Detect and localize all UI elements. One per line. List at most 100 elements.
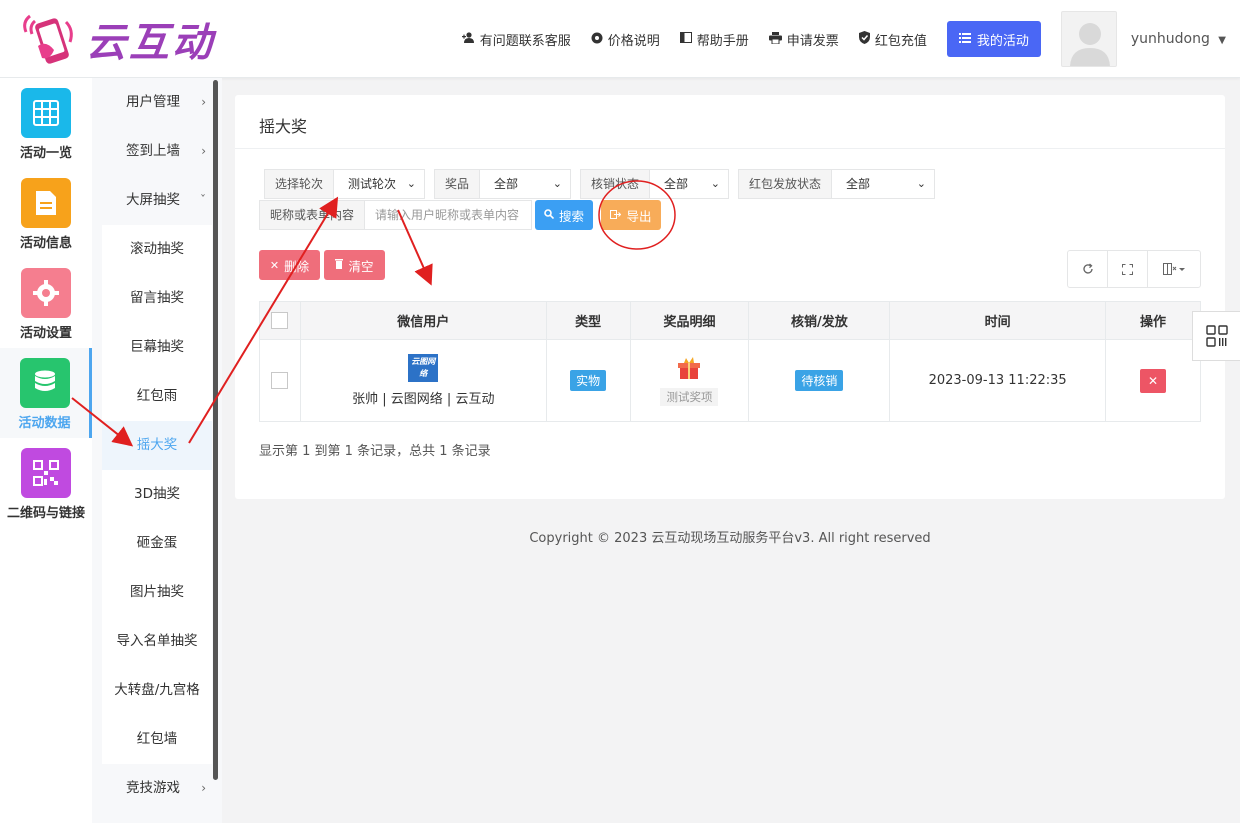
logo[interactable]: 云互动 <box>20 10 215 68</box>
sidebar-label: 二维码与链接 <box>6 506 85 521</box>
grid-icon <box>21 88 71 138</box>
invoice-link[interactable]: 申请发票 <box>768 30 839 49</box>
printer-icon <box>768 31 782 47</box>
sub-item-label: 砸金蛋 <box>136 535 178 551</box>
qrcode-icon <box>21 448 71 498</box>
table-toolbar <box>1067 250 1201 288</box>
divider <box>235 148 1225 149</box>
sub-item-user-management[interactable]: 用户管理 › <box>102 78 212 127</box>
sub-item-giant-screen-lottery[interactable]: 巨幕抽奖 <box>102 323 212 372</box>
sub-item-image-lottery[interactable]: 图片抽奖 <box>102 568 212 617</box>
sidebar-item-activity-data[interactable]: 活动数据 <box>0 348 92 438</box>
sub-item-label: 红包墙 <box>136 731 178 747</box>
search-button[interactable]: 搜索 <box>535 200 593 230</box>
sub-item-label: 巨幕抽奖 <box>130 339 184 355</box>
header-wechat-user[interactable]: 微信用户 <box>299 301 547 340</box>
sub-item-message-lottery[interactable]: 留言抽奖 <box>102 274 212 323</box>
search-icon <box>544 208 555 222</box>
sub-item-scroll-lottery[interactable]: 滚动抽奖 <box>102 225 212 274</box>
sub-item-competitive-games[interactable]: 竞技游戏 › <box>102 764 212 813</box>
sub-item-label: 摇大奖 <box>136 437 178 453</box>
sub-item-label: 红包雨 <box>136 388 178 404</box>
sidebar-item-activity-info[interactable]: 活动信息 <box>0 168 92 258</box>
sidebar-item-activity-list[interactable]: 活动一览 <box>0 78 92 168</box>
contact-support-link[interactable]: 有问题联系客服 <box>461 30 571 49</box>
verify-status-select[interactable]: 全部 ⌄ <box>650 170 729 198</box>
chevron-down-icon: ⌄ <box>552 177 563 190</box>
redpack-status-value: 全部 <box>846 177 871 191</box>
redpack-status-select[interactable]: 全部 ⌄ <box>832 170 935 198</box>
sub-item-label: 竞技游戏 <box>126 780 180 796</box>
row-checkbox[interactable] <box>271 372 289 389</box>
chevron-right-icon: › <box>201 95 206 109</box>
phone-logo-icon <box>23 14 73 64</box>
sub-item-red-packet-wall[interactable]: 红包墙 <box>102 715 212 764</box>
time-cell: 2023-09-13 11:22:35 <box>889 339 1107 422</box>
verify-status-label: 核销状态 <box>581 170 651 198</box>
round-filter-label: 选择轮次 <box>265 170 335 198</box>
sidebar-item-activity-settings[interactable]: 活动设置 <box>0 258 92 348</box>
round-select[interactable]: 测试轮次 ⌄ <box>334 170 425 198</box>
sidebar-label: 活动信息 <box>19 236 72 251</box>
sub-item-label: 签到上墙 <box>126 143 180 159</box>
search-button-label: 搜索 <box>558 208 584 224</box>
columns-toggle-button[interactable] <box>1148 251 1200 287</box>
header-select-all[interactable] <box>259 301 301 340</box>
help-manual-link[interactable]: 帮助手册 <box>679 30 749 49</box>
sub-item-red-packet-rain[interactable]: 红包雨 <box>102 372 212 421</box>
user-cell: 云图网络 张帅 | 云图网络 | 云互动 <box>299 339 547 422</box>
qrcode-icon <box>1205 325 1228 347</box>
sub-item-3d-lottery[interactable]: 3D抽奖 <box>102 470 212 519</box>
username: yunhudong <box>1130 31 1210 47</box>
export-button-label: 导出 <box>626 208 652 224</box>
sidebar-label: 活动设置 <box>19 326 72 341</box>
username-dropdown[interactable]: yunhudong ▼ <box>1131 31 1226 47</box>
table-header-row: 微信用户 类型 奖品明细 核销/发放 时间 操作 <box>259 301 1201 340</box>
keyword-input[interactable]: 请输入用户昵称或表单内容 <box>365 201 532 229</box>
actions-cell: ✕ <box>1105 339 1201 422</box>
refresh-icon <box>1082 263 1093 274</box>
sidebar-item-qrcode-links[interactable]: 二维码与链接 <box>0 438 92 528</box>
avatar[interactable] <box>1060 11 1117 67</box>
recharge-link[interactable]: 红包充值 <box>858 30 927 49</box>
clear-button[interactable]: 清空 <box>324 250 385 280</box>
top-nav: 有问题联系客服 价格说明 帮助手册 申请发票 红包充值 我的活动 yunhudo… <box>461 0 1240 78</box>
header-type[interactable]: 类型 <box>545 301 631 340</box>
sub-item-golden-egg[interactable]: 砸金蛋 <box>102 519 212 568</box>
clear-button-label: 清空 <box>348 258 374 274</box>
refresh-button[interactable] <box>1068 251 1108 287</box>
select-all-checkbox[interactable] <box>271 312 289 329</box>
header-verify-status[interactable]: 核销/发放 <box>748 301 891 340</box>
my-activity-button[interactable]: 我的活动 <box>946 21 1041 57</box>
delete-button[interactable]: ✕ 删除 <box>259 250 320 280</box>
top-header: 云互动 有问题联系客服 价格说明 帮助手册 申请发票 红包充值 我的活动 yun… <box>0 0 1240 78</box>
invoice-label: 申请发票 <box>786 33 839 49</box>
sub-item-import-list-lottery[interactable]: 导入名单抽奖 <box>102 617 212 666</box>
header-time[interactable]: 时间 <box>889 301 1107 340</box>
sub-item-wheel-grid[interactable]: 大转盘/九宫格 <box>102 666 212 715</box>
copyright: Copyright © 2023 云互动现场互动服务平台v3. All righ… <box>529 531 931 546</box>
list-icon <box>958 32 971 47</box>
chevron-down-icon: ⌄ <box>710 177 721 190</box>
row-delete-button[interactable]: ✕ <box>1140 368 1167 393</box>
fullscreen-button[interactable] <box>1108 251 1148 287</box>
prize-select[interactable]: 全部 ⌄ <box>480 170 571 198</box>
sub-item-shake-prize[interactable]: 摇大奖 <box>102 421 212 470</box>
gear-icon <box>591 32 603 47</box>
pricing-link[interactable]: 价格说明 <box>591 30 660 49</box>
export-button[interactable]: 导出 <box>601 200 661 230</box>
sub-item-big-screen-lottery[interactable]: 大屏抽奖 ˇ <box>102 176 212 225</box>
row-select-cell <box>259 339 301 422</box>
header-prize-detail[interactable]: 奖品明细 <box>629 301 750 340</box>
icon-sidebar: 活动一览 活动信息 活动设置 活动数据 二维码与链接 <box>0 78 92 823</box>
chevron-right-icon: › <box>201 781 206 795</box>
pricing-label: 价格说明 <box>607 33 660 49</box>
pagination-info: 显示第 1 到第 1 条记录，总共 1 条记录 <box>259 444 491 459</box>
chevron-down-icon: ⌄ <box>916 177 927 190</box>
sidebar-scrollbar[interactable] <box>213 80 218 780</box>
book-icon <box>679 32 692 46</box>
verify-status-value: 全部 <box>664 177 689 191</box>
sub-item-signin-wall[interactable]: 签到上墙 › <box>102 127 212 176</box>
floating-qrcode-button[interactable] <box>1192 311 1240 361</box>
chevron-down-icon: ˇ <box>200 193 206 207</box>
